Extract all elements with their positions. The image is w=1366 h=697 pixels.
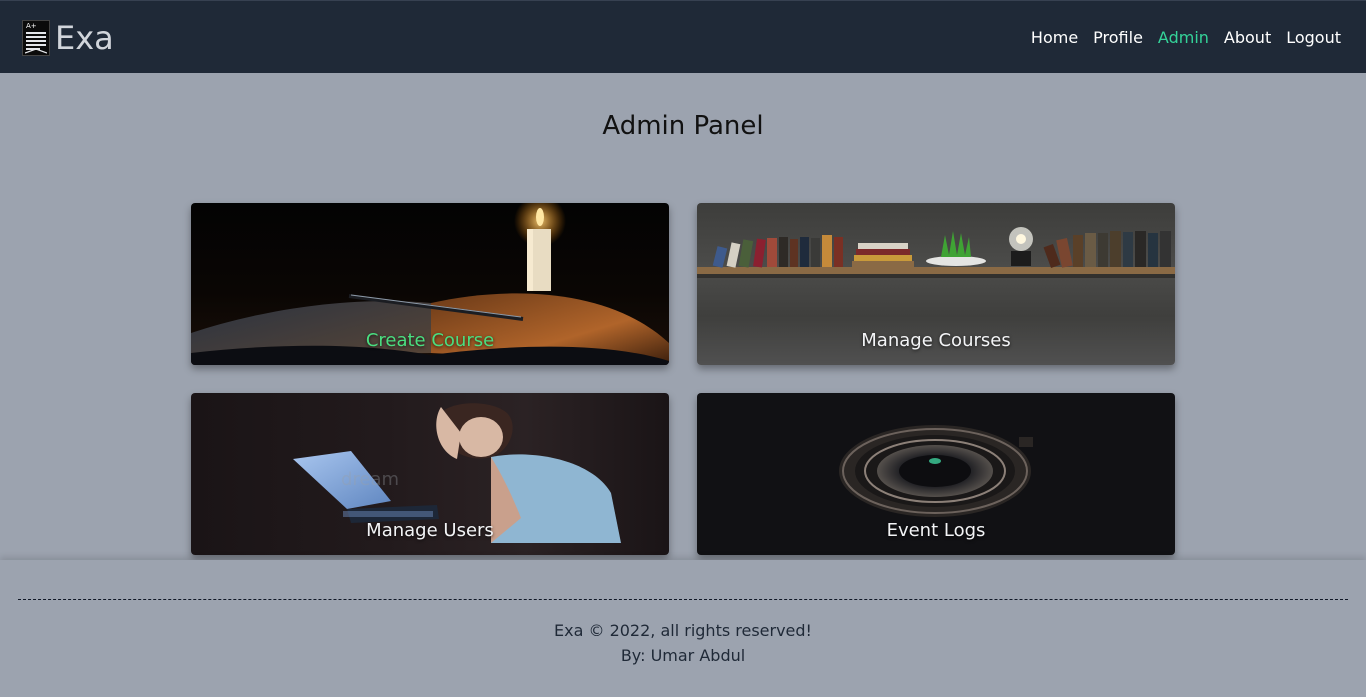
nav-home[interactable]: Home — [1031, 27, 1078, 49]
footer: Exa © 2022, all rights reserved! By: Uma… — [0, 560, 1366, 697]
footer-copyright: Exa © 2022, all rights reserved! — [554, 621, 812, 640]
image-watermark: dream — [341, 469, 399, 490]
create-course-label: Create Course — [365, 330, 495, 351]
manage-courses-label: Manage Courses — [861, 330, 1011, 351]
nav-links: Home Profile Admin About Logout — [1016, 27, 1341, 49]
manage-courses-card[interactable]: Manage Courses — [697, 203, 1175, 365]
page-title: Admin Panel — [602, 111, 764, 141]
event-logs-label: Event Logs — [886, 520, 986, 541]
manage-users-card[interactable]: dream Manage Users — [191, 393, 669, 555]
brand-link[interactable]: A+ Exa — [22, 19, 114, 57]
logo-grade: A+ — [26, 22, 37, 30]
footer-divider — [18, 599, 1348, 600]
manage-users-label: Manage Users — [366, 520, 494, 541]
brand-name: Exa — [55, 19, 114, 57]
event-logs-card[interactable]: Event Logs — [697, 393, 1175, 555]
nav-logout[interactable]: Logout — [1286, 27, 1341, 49]
nav-admin[interactable]: Admin — [1158, 27, 1209, 49]
nav-about[interactable]: About — [1224, 27, 1271, 49]
brand-logo-icon: A+ — [22, 20, 50, 56]
navbar: A+ Exa Home Profile Admin About Logout — [0, 0, 1366, 73]
nav-profile[interactable]: Profile — [1093, 27, 1143, 49]
create-course-card[interactable]: Create Course — [191, 203, 669, 365]
footer-author: By: Umar Abdul — [620, 646, 746, 665]
